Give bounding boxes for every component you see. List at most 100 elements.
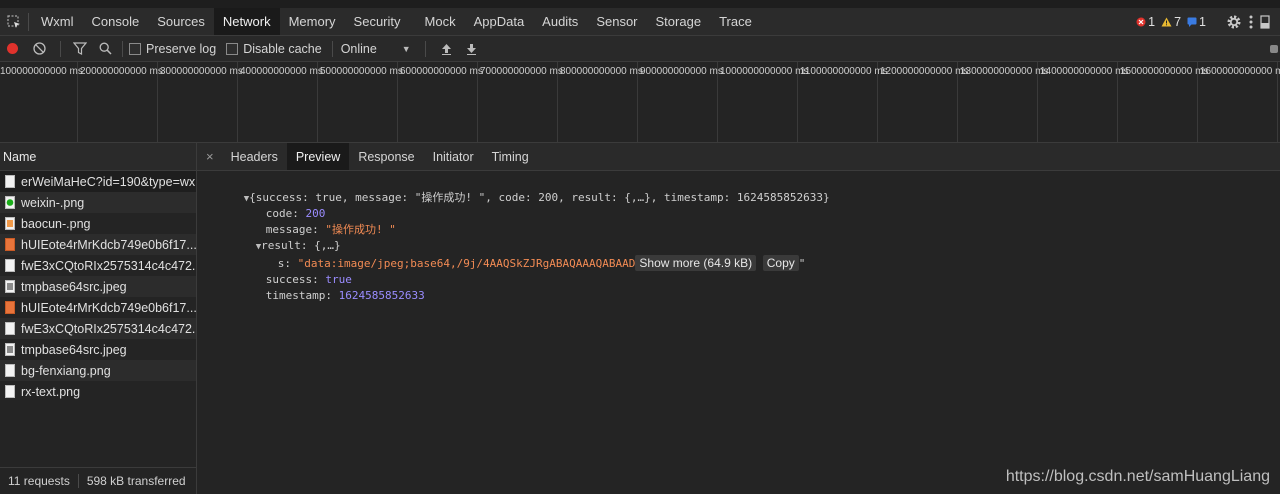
request-row[interactable]: hUIEote4rMrKdcb749e0b6f17... <box>0 297 196 318</box>
tab-wxml[interactable]: Wxml <box>32 8 83 35</box>
throttling-value: Online <box>340 41 377 56</box>
request-row[interactable]: bg-fenxiang.png <box>0 360 196 381</box>
detail-tab-initiator[interactable]: Initiator <box>424 143 483 170</box>
error-counter[interactable]: 1 <box>1136 15 1155 29</box>
export-har-button[interactable] <box>459 36 484 61</box>
detail-tab-preview[interactable]: Preview <box>286 143 350 170</box>
timeline-label: 800000000000 ms <box>560 66 643 77</box>
request-row[interactable]: fwE3xCQtoRIx2575314c4c472... <box>0 318 196 339</box>
tab-sources[interactable]: Sources <box>148 8 214 35</box>
request-list: erWeiMaHeC?id=190&type=wx weixin-.png baoc… <box>0 171 196 402</box>
request-name: fwE3xCQtoRIx2575314c4c472... <box>21 321 196 336</box>
window-top-edge <box>0 0 1280 8</box>
message-count: 1 <box>1199 14 1206 29</box>
detail-tab-response[interactable]: Response <box>349 143 423 170</box>
filter-button[interactable] <box>67 36 93 61</box>
file-icon <box>5 385 21 398</box>
toolbar-separator <box>331 40 333 57</box>
name-column-header[interactable]: Name <box>0 143 196 171</box>
tab-appdata[interactable]: AppData <box>465 8 534 35</box>
file-icon <box>5 322 21 335</box>
detail-tab-list: Headers Preview Response Initiator Timing <box>222 143 538 170</box>
request-name: fwE3xCQtoRIx2575314c4c472... <box>21 258 196 273</box>
file-icon <box>5 175 21 188</box>
tab-console[interactable]: Console <box>83 8 149 35</box>
tab-security[interactable]: Security <box>345 8 410 35</box>
disable-cache-box[interactable] <box>226 42 239 55</box>
message-counter[interactable]: 1 <box>1187 15 1206 29</box>
request-row[interactable]: erWeiMaHeC?id=190&type=wx <box>0 171 196 192</box>
file-icon <box>5 280 21 293</box>
tab-audits[interactable]: Audits <box>533 8 587 35</box>
tab-memory[interactable]: Memory <box>280 8 345 35</box>
devtools-tab-bar: Wxml Console Sources Network Memory Security M… <box>0 8 1280 36</box>
timestamp-value: 1624585852633 <box>338 289 425 302</box>
error-icon <box>1136 17 1146 26</box>
detail-tab-bar: × Headers Preview Response Initiator Timing <box>197 143 1280 171</box>
timeline-label: 900000000000 ms <box>640 66 723 77</box>
preserve-log-box[interactable] <box>129 42 141 55</box>
detail-tab-timing[interactable]: Timing <box>483 143 538 170</box>
settings-gear-icon[interactable] <box>1226 14 1242 30</box>
request-row[interactable]: fwE3xCQtoRIx2575314c4c472... <box>0 255 196 276</box>
timeline-label: 1600000000000 ms <box>1200 66 1280 77</box>
timestamp-key: timestamp: <box>265 289 339 302</box>
preserve-log-checkbox[interactable]: Preserve log <box>129 36 226 61</box>
request-count: 11 requests <box>8 474 70 488</box>
show-more-button[interactable]: Show more (64.9 kB) <box>635 255 757 271</box>
request-name: tmpbase64src.jpeg <box>21 279 127 294</box>
record-button[interactable] <box>0 36 25 61</box>
transferred-size: 598 kB transferred <box>86 474 186 488</box>
error-count: 1 <box>1148 14 1156 29</box>
request-row[interactable]: tmpbase64src.jpeg <box>0 276 196 297</box>
detail-tab-headers[interactable]: Headers <box>222 143 287 170</box>
tab-trace[interactable]: Trace <box>710 8 761 35</box>
preserve-log-label: Preserve log <box>146 41 217 56</box>
close-details-icon[interactable]: × <box>197 149 222 164</box>
request-name: baocun-.png <box>21 216 91 231</box>
request-row[interactable]: weixin-.png <box>0 192 196 213</box>
message-icon <box>1187 17 1197 27</box>
toolbar-separator <box>424 40 426 57</box>
timeline-label: 400000000000 ms <box>240 66 323 77</box>
request-row[interactable]: tmpbase64src.jpeg <box>0 339 196 360</box>
file-icon <box>5 238 21 251</box>
network-settings-button[interactable] <box>1270 36 1280 61</box>
s-value-end: " <box>798 257 806 270</box>
upload-arrow-icon <box>441 43 451 55</box>
toolbar-separator <box>60 40 61 57</box>
tab-sensor[interactable]: Sensor <box>587 8 646 35</box>
file-icon <box>5 343 21 356</box>
dock-side-icon[interactable] <box>1260 14 1270 30</box>
clear-button[interactable] <box>25 36 54 61</box>
request-row[interactable]: hUIEote4rMrKdcb749e0b6f17... <box>0 234 196 255</box>
search-button[interactable] <box>93 36 120 61</box>
inspect-element-icon[interactable] <box>0 8 28 35</box>
request-row[interactable]: rx-text.png <box>0 381 196 402</box>
request-name: tmpbase64src.jpeg <box>21 342 127 357</box>
request-name: erWeiMaHeC?id=190&type=wx <box>21 174 196 189</box>
import-har-button[interactable] <box>434 36 459 61</box>
download-arrow-icon <box>466 43 476 55</box>
record-icon <box>7 43 18 54</box>
tab-mock[interactable]: Mock <box>416 8 465 35</box>
warning-counter[interactable]: 7 <box>1161 15 1181 29</box>
throttling-select[interactable]: Online ▼ <box>341 36 417 61</box>
tab-network[interactable]: Network <box>213 8 280 35</box>
timeline-label: 600000000000 ms <box>400 66 483 77</box>
watermark-url: https://blog.csdn.net/samHuangLiang <box>1005 468 1270 485</box>
warning-count: 7 <box>1174 14 1182 29</box>
file-icon <box>5 301 21 314</box>
request-name: rx-text.png <box>21 384 81 399</box>
timeline-label: 1200000000000 ms <box>880 66 969 77</box>
request-row[interactable]: baocun-.png <box>0 213 196 234</box>
request-name: hUIEote4rMrKdcb749e0b6f17... <box>21 300 196 315</box>
timeline-overview[interactable]: 100000000000 ms 200000000000 ms 3000000000… <box>0 62 1280 143</box>
tab-storage[interactable]: Storage <box>647 8 711 35</box>
tab-list: Wxml Console Sources Network Memory Security M… <box>32 8 761 35</box>
more-options-icon[interactable] <box>1248 14 1254 30</box>
chevron-down-icon: ▼ <box>401 43 411 54</box>
timeline-label: 1500000000000 ms <box>1120 66 1209 77</box>
disable-cache-checkbox[interactable]: Disable cache <box>226 36 332 61</box>
copy-button[interactable]: Copy <box>762 255 799 271</box>
